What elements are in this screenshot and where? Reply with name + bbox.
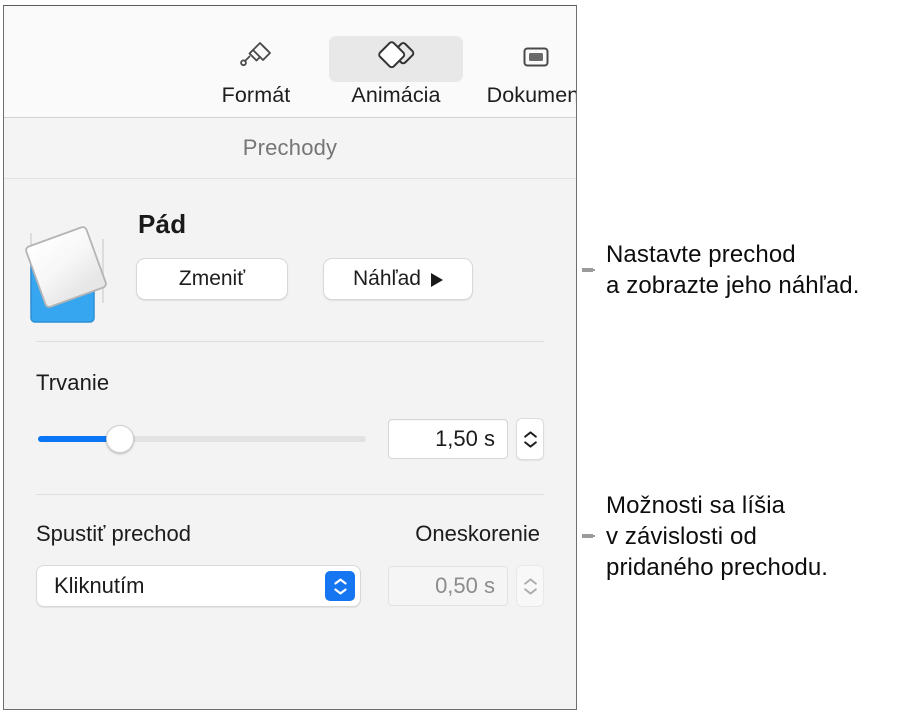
inspector-tab-group: Formát Animácia Dokument — [189, 32, 577, 108]
falling-square-transition-icon — [15, 215, 119, 335]
transition-button-row: Zmeniť Náhľad — [136, 258, 576, 300]
inspector-tab-bar: Formát Animácia Dokument — [4, 6, 576, 118]
preview-button-label: Náhľad — [352, 267, 421, 290]
chevron-down-glyph — [333, 588, 347, 594]
duration-controls: 1,50 s — [36, 418, 544, 460]
chevron-down-icon — [523, 587, 537, 595]
change-button-label: Zmeniť — [178, 267, 246, 290]
transition-name: Pád — [138, 209, 187, 239]
overlapping-diamonds-icon — [374, 37, 418, 82]
callout-line: Nastavte prechod — [606, 241, 796, 268]
tab-format-icon-wrap — [189, 36, 323, 82]
chevron-up-icon — [523, 430, 537, 438]
duration-field-group: 1,50 s — [388, 418, 544, 460]
chevron-down-icon — [523, 440, 537, 448]
bracket-tick — [582, 535, 595, 537]
tab-format[interactable]: Formát — [189, 32, 323, 108]
tab-dokument-label: Dokument — [486, 83, 577, 107]
chevron-updown-icon — [325, 571, 355, 601]
callout-options-text: Možnosti sa líšia v závislosti od pridan… — [606, 490, 828, 583]
callout-transition-text: Nastavte prechod a zobrazte jeho náhľad. — [606, 239, 859, 301]
duration-slider[interactable] — [38, 425, 366, 453]
start-transition-section: Spustiť prechod Oneskorenie Kliknutím 0,… — [4, 495, 576, 607]
tab-dokument[interactable]: Dokument — [469, 32, 577, 108]
duration-input[interactable]: 1,50 s — [388, 419, 508, 459]
callout-line: pridaného prechodu. — [606, 553, 829, 581]
callout-line: v závislosti od — [606, 522, 757, 550]
chevron-up-glyph — [333, 578, 347, 584]
callout-transition: Nastavte prechod a zobrazte jeho náhľad. — [582, 182, 859, 358]
delay-input[interactable]: 0,50 s — [388, 566, 508, 606]
delay-stepper[interactable] — [516, 565, 544, 607]
tab-animacia[interactable]: Animácia — [329, 32, 463, 108]
start-transition-select[interactable]: Kliknutím — [36, 565, 361, 607]
duration-stepper[interactable] — [516, 418, 544, 460]
tab-format-label: Formát — [221, 83, 291, 107]
delay-label: Oneskorenie — [415, 521, 540, 546]
transition-details: Pád Zmeniť Náhľad — [130, 209, 576, 300]
start-controls: Kliknutím 0,50 s — [36, 565, 544, 607]
document-frame-icon — [516, 37, 556, 82]
duration-section: Trvanie 1,50 s — [4, 342, 576, 494]
format-inspector-panel: Formát Animácia Dokument Prechody Pád Zm… — [3, 5, 577, 710]
transition-thumbnail-wrap — [4, 209, 130, 335]
start-transition-label: Spustiť prechod — [36, 521, 192, 546]
tab-animacia-label: Animácia — [351, 83, 441, 107]
transition-row: Pád Zmeniť Náhľad — [4, 179, 576, 341]
callout-options: Možnosti sa líšia v závislosti od pridan… — [582, 366, 828, 706]
start-transition-value: Kliknutím — [54, 573, 145, 598]
change-transition-button[interactable]: Zmeniť — [136, 258, 288, 300]
page-title: Prechody — [242, 135, 338, 160]
preview-transition-button[interactable]: Náhľad — [323, 258, 473, 300]
chevron-up-icon — [523, 577, 537, 585]
tab-animacia-icon-wrap — [329, 36, 463, 82]
start-label-row: Spustiť prechod Oneskorenie — [36, 521, 544, 547]
callout-line: Možnosti sa líšia — [606, 491, 786, 519]
bracket-tick — [582, 269, 595, 271]
section-header: Prechody — [4, 118, 576, 179]
callout-line: a zobrazte jeho náhľad. — [606, 272, 860, 299]
inspector-body: Pád Zmeniť Náhľad Trvanie 1,50 s Spustiť… — [4, 179, 576, 709]
delay-field-group: 0,50 s — [388, 565, 544, 607]
play-icon — [431, 272, 443, 287]
slider-thumb[interactable] — [106, 425, 134, 453]
paintbrush-icon — [236, 37, 276, 82]
tab-dokument-icon-wrap — [469, 36, 576, 82]
duration-label: Trvanie — [36, 370, 110, 395]
